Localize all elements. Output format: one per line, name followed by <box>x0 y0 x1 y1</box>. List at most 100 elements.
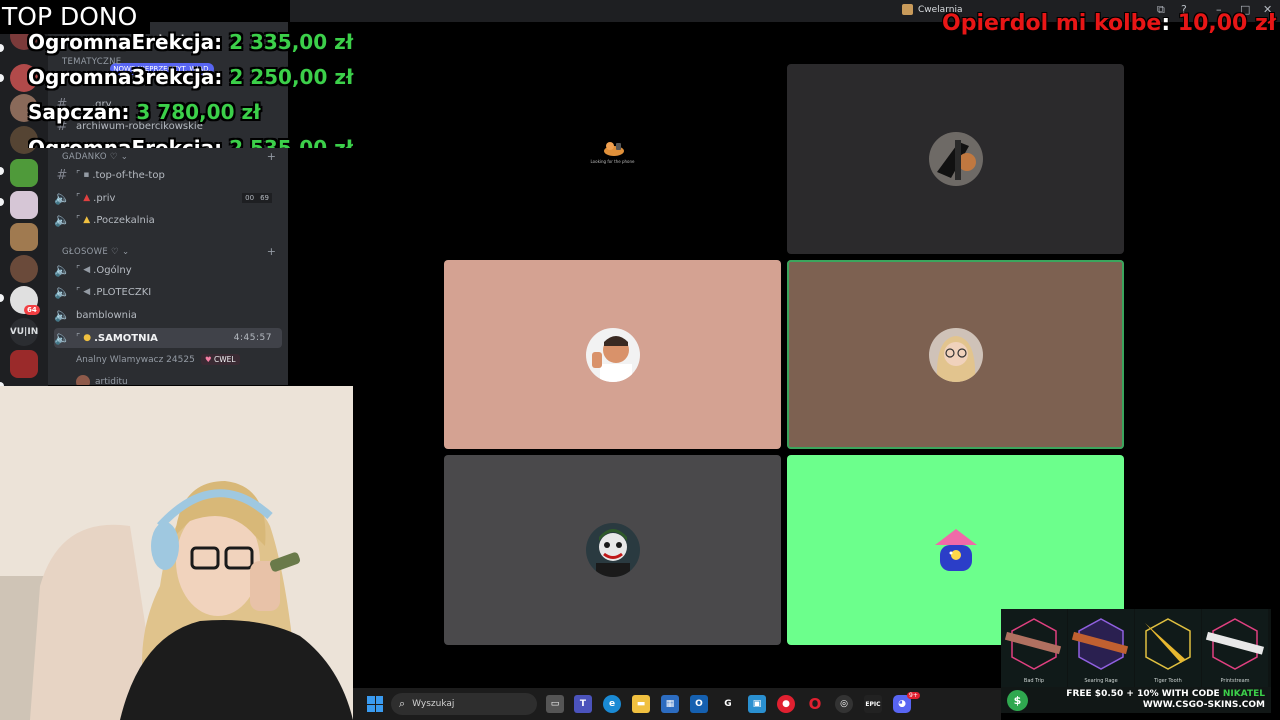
voice-user[interactable]: Analny Wlamywacz 24525 ♥ CWEL <box>76 354 240 365</box>
avatar <box>76 375 90 385</box>
channel-top-of-the-top[interactable]: # ⌜ ▪ .top-of-the-top <box>54 165 282 185</box>
logitech-icon[interactable]: G <box>719 695 737 713</box>
thread-icon: ⌜ <box>76 193 81 203</box>
donation-entry: OgromnaErekcja: 2 335,00 zł <box>28 30 354 54</box>
speaker-icon: 🔈 <box>54 330 71 346</box>
skin-name: Tiger Tooth <box>1154 678 1182 684</box>
voice-timer: 4:45:57 <box>233 333 272 343</box>
search-icon: ⌕ <box>399 697 406 710</box>
server-unread-pip <box>0 74 4 82</box>
channel-label: .priv <box>93 192 116 204</box>
donor-name: Sapczan <box>28 100 122 124</box>
channel-ploteczki[interactable]: 🔈 ⌜ ◀ .PLOTECZKI <box>54 282 282 302</box>
teams-icon[interactable]: T <box>574 695 592 713</box>
mention-badge: 64 <box>24 305 40 315</box>
ad-promo-bar: $ FREE $0.50 + 10% WITH CODE NIKATEL WWW… <box>1001 687 1271 713</box>
voice-user-name: artiditu <box>95 377 128 385</box>
bell-emoji-icon: ▲ <box>83 215 91 225</box>
server-icon[interactable] <box>10 159 38 187</box>
dollar-coin-icon: $ <box>1007 690 1028 711</box>
speaker-icon: 🔈 <box>54 284 71 300</box>
channel-label: .SAMOTNIA <box>94 332 158 344</box>
thread-icon: ⌜ <box>76 333 81 343</box>
category-gadanko[interactable]: GADANKO ♡ ⌄ <box>62 152 128 162</box>
opera-icon[interactable]: O <box>806 695 824 713</box>
obs-icon[interactable]: ◎ <box>835 695 853 713</box>
recording-app-icon[interactable]: ● <box>777 695 795 713</box>
video-tile[interactable] <box>444 455 781 645</box>
add-channel-icon[interactable]: + <box>267 245 276 258</box>
avatar <box>585 327 640 382</box>
category-label: GADANKO ♡ <box>62 152 118 162</box>
video-tile[interactable] <box>444 260 781 449</box>
taskbar-search[interactable]: ⌕ Wyszukaj <box>391 693 537 715</box>
donation-entry: OgromnaErekcja: 2 535,00 zł <box>28 136 353 148</box>
server-unread-pip <box>0 294 4 302</box>
server-icon[interactable] <box>10 191 38 219</box>
video-tile[interactable]: Looking for the phone <box>444 64 781 254</box>
donation-amount: 3 780,00 zł <box>136 100 261 124</box>
server-unread-pip <box>0 198 4 206</box>
server-icon[interactable] <box>10 223 38 251</box>
search-placeholder: Wyszukaj <box>412 699 455 709</box>
channel-bamblownia[interactable]: 🔈 bamblownia <box>54 305 282 325</box>
donor-name: OgromnaErekcja <box>28 30 215 54</box>
category-glosowe[interactable]: GŁOSOWE ♡ ⌄ <box>62 247 129 257</box>
latest-donation: Opierdol mi kolbe: 10,00 zł <box>942 11 1276 36</box>
channel-priv[interactable]: 🔈 ⌜ ▲ .priv 00 69 <box>54 188 282 208</box>
thread-icon: ⌜ <box>76 265 81 275</box>
user-limit: 69 <box>257 193 272 203</box>
add-channel-icon[interactable]: + <box>267 150 276 163</box>
file-explorer-icon[interactable]: ▬ <box>632 695 650 713</box>
store-icon[interactable]: ▦ <box>661 695 679 713</box>
avatar <box>928 327 983 382</box>
server-unread-pip <box>0 167 4 175</box>
donation-entry: Sapczan: 3 780,00 zł <box>28 100 261 124</box>
skin-name: Searing Rage <box>1084 678 1118 684</box>
outlook-icon[interactable]: O <box>690 695 708 713</box>
video-tile[interactable] <box>787 64 1124 254</box>
donation-amount: 2 250,00 zł <box>229 65 354 89</box>
user-count: 00 <box>242 193 258 203</box>
voice-user-limit: 00 69 <box>242 193 272 203</box>
webcam-image <box>0 386 353 720</box>
heart-icon: ♥ <box>204 355 212 364</box>
task-view-icon[interactable]: ▭ <box>546 695 564 713</box>
tile-caption: Looking for the phone <box>590 159 635 164</box>
channel-poczekalnia[interactable]: 🔈 ⌜ ▲ .Poczekalnia <box>54 210 282 230</box>
stream-screen: Cwelarnia ⧉ ? – □ ✕ 64 VU|IN Cwelarnia ⌄ <box>0 0 1280 720</box>
channel-label: .Ogólny <box>93 264 132 276</box>
notification-badge: 9+ <box>907 692 920 699</box>
voice-user[interactable]: artiditu <box>76 375 128 385</box>
voice-user-name: Analny Wlamywacz 24525 <box>76 354 195 365</box>
role-badge: ♥ CWEL <box>200 354 240 365</box>
channel-label: .Poczekalnia <box>93 214 155 226</box>
skin-card: Tiger Tooth <box>1135 609 1201 687</box>
server-icon[interactable] <box>10 350 38 378</box>
windows-start-icon[interactable] <box>367 696 383 712</box>
channel-label: .top-of-the-top <box>92 169 165 181</box>
server-icon[interactable] <box>10 255 38 283</box>
channel-samotnia[interactable]: 🔈 ⌜ ● .SAMOTNIA 4:45:57 <box>54 328 282 348</box>
avatar <box>928 523 983 577</box>
channel-ogolny[interactable]: 🔈 ⌜ ◀ .Ogólny <box>54 260 282 280</box>
top-dono-label: TOP DONO <box>0 0 150 34</box>
server-icon-text[interactable]: VU|IN <box>10 318 38 346</box>
webcam-feed <box>0 386 353 720</box>
video-tile-speaking[interactable] <box>787 260 1124 449</box>
speaker-icon: 🔈 <box>54 190 71 206</box>
sponsor-ad[interactable]: Bad Trip Searing Rage Tiger Tooth Prints… <box>1001 609 1271 713</box>
skin-card: Printstream <box>1202 609 1268 687</box>
edge-icon[interactable]: e <box>603 695 621 713</box>
donor-name: Opierdol mi kolbe <box>942 11 1162 36</box>
ad-promo-text: FREE $0.50 + 10% WITH CODE NIKATEL WWW.C… <box>1066 689 1265 711</box>
donation-amount: 2 535,00 zł <box>229 136 354 148</box>
face-emoji-icon: ● <box>83 333 92 343</box>
epic-games-icon[interactable]: EPIC <box>864 695 882 713</box>
avatar <box>585 523 640 577</box>
skin-card: Bad Trip <box>1001 609 1067 687</box>
avatar <box>928 132 983 186</box>
promo-code: NIKATEL <box>1222 689 1265 699</box>
window-icon[interactable]: ▣ <box>748 695 766 713</box>
speaker-emoji-icon: ◀ <box>83 265 91 275</box>
